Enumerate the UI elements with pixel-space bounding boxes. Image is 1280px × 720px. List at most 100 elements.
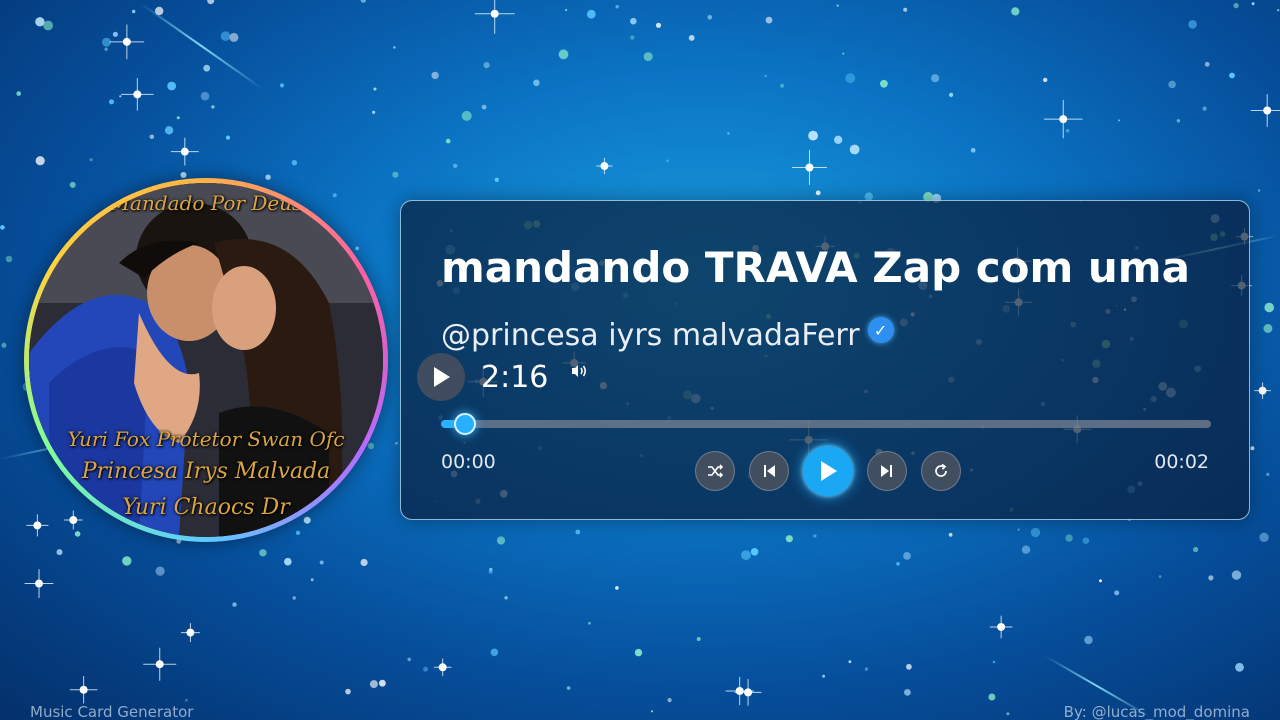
star-dot (864, 667, 869, 671)
star-dot (345, 688, 351, 695)
sparkle-star (69, 675, 98, 704)
next-button[interactable] (867, 451, 907, 491)
previous-button[interactable] (749, 451, 789, 491)
star-dot (727, 132, 730, 135)
star-dot (207, 0, 215, 5)
star-dot (232, 602, 237, 607)
star-dot (842, 52, 845, 55)
star-dot (43, 20, 53, 31)
sparkle-star (1254, 382, 1271, 399)
star-dot (880, 79, 888, 88)
star-dot (1065, 534, 1073, 542)
star-dot (815, 190, 821, 196)
star-dot (490, 648, 499, 657)
star-dot (970, 147, 976, 153)
star-dot (176, 116, 180, 120)
star-dot (822, 674, 825, 678)
star-dot (586, 9, 596, 19)
star-dot (707, 14, 713, 20)
sparkle-star (433, 658, 452, 677)
star-dot (1011, 7, 1020, 16)
star-dot (615, 586, 619, 590)
star-dot (393, 46, 396, 49)
star-dot (1208, 575, 1214, 581)
star-dot (1168, 80, 1176, 89)
song-duration: 2:16 (481, 359, 549, 395)
star-dot (834, 135, 843, 144)
artist-row: @princesa iyrs malvadaFerr ✓ (441, 315, 894, 355)
star-dot (906, 663, 912, 670)
star-dot (948, 532, 953, 537)
star-dot (132, 9, 136, 14)
star-dot (203, 64, 211, 72)
sparkle-star (109, 24, 145, 60)
star-dot (16, 91, 22, 96)
star-dot (992, 660, 996, 664)
mini-player-row: 2:16 (417, 353, 590, 401)
star-dot (310, 578, 314, 582)
star-dot (1257, 189, 1261, 192)
star-dot (488, 569, 493, 574)
star-dot (780, 83, 785, 88)
total-time: 00:02 (1154, 451, 1209, 473)
star-dot (373, 87, 377, 91)
star-dot (741, 550, 751, 560)
star-dot (211, 105, 215, 109)
song-title: mandando TRAVA Zap com uma ... (441, 245, 1201, 292)
star-dot (696, 637, 701, 641)
star-dot (461, 110, 472, 121)
star-dot (1017, 528, 1020, 531)
sparkle-star (596, 157, 613, 175)
star-dot (655, 22, 662, 28)
player-card: mandando TRAVA Zap com uma ... @princesa… (400, 200, 1250, 520)
repeat-button[interactable] (921, 451, 961, 491)
volume-icon[interactable] (570, 361, 590, 385)
play-icon (434, 367, 450, 387)
star-dot (588, 621, 591, 625)
star-dot (1021, 545, 1031, 554)
star-dot (423, 666, 429, 672)
progress-bar[interactable] (441, 413, 1211, 435)
star-dot (74, 531, 81, 537)
star-dot (89, 158, 93, 162)
star-dot (634, 648, 643, 657)
star-dot (496, 536, 506, 545)
cover-caption-1: Mandado Por Deus (109, 191, 303, 215)
star-dot (630, 17, 637, 25)
star-dot (1188, 20, 1197, 29)
star-dot (292, 596, 296, 600)
star-dot (35, 156, 45, 166)
star-dot (56, 549, 63, 556)
star-dot (1176, 119, 1181, 123)
star-dot (765, 16, 773, 24)
star-dot (688, 35, 695, 41)
playback-controls (695, 446, 961, 496)
star-dot (931, 74, 940, 83)
star-dot (1233, 2, 1239, 9)
star-dot (1263, 324, 1273, 333)
star-dot (1193, 546, 1199, 553)
star-dot (1030, 527, 1041, 538)
star-dot (813, 534, 817, 538)
play-button[interactable] (803, 446, 853, 496)
shuffle-button[interactable] (695, 451, 735, 491)
star-dot (904, 689, 911, 696)
star-dot (1, 342, 7, 348)
play-icon (821, 461, 837, 481)
sparkle-star (474, 0, 515, 34)
progress-knob[interactable] (454, 413, 477, 435)
star-dot (1266, 472, 1270, 476)
star-dot (566, 686, 571, 690)
star-dot (395, 441, 398, 445)
shuffle-icon (708, 464, 724, 478)
star-dot (112, 31, 118, 37)
star-dot (69, 181, 76, 188)
star-dot (903, 552, 911, 560)
sparkle-star (143, 647, 177, 681)
mini-play-button[interactable] (417, 353, 465, 401)
star-dot (265, 174, 271, 180)
star-dot (360, 0, 367, 3)
star-dot (988, 693, 996, 701)
sparkle-star (725, 676, 754, 706)
star-dot (164, 126, 174, 135)
